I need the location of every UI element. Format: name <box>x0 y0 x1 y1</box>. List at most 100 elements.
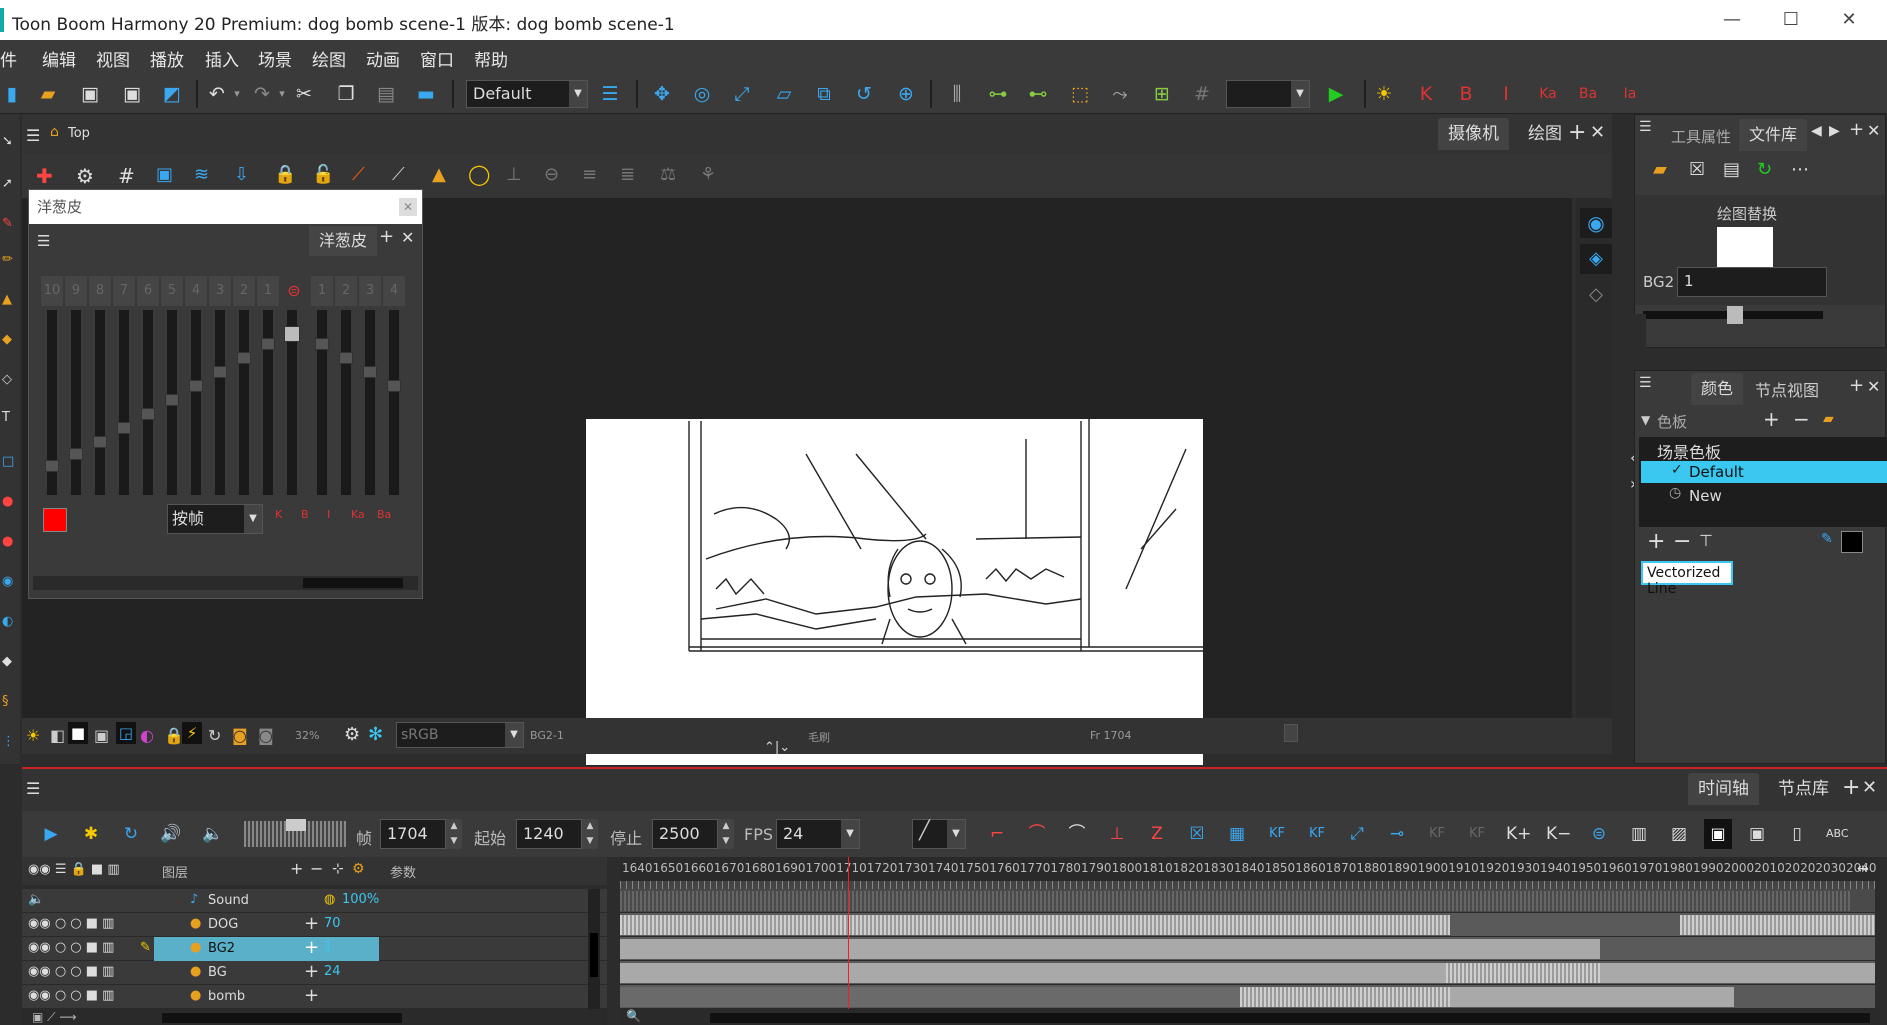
onion-ka-icon[interactable]: Ka <box>1536 82 1560 106</box>
add-swatch-icon[interactable]: + <box>1647 529 1665 554</box>
stack2-icon[interactable]: ≣ <box>620 164 635 185</box>
scale-icon[interactable]: ⤢ <box>730 82 754 106</box>
onion-i-icon[interactable]: I <box>1494 82 1518 106</box>
layer-row-bg[interactable]: ◉◉ ○ ○ ■ ▥ ● BG + 24 <box>22 961 607 985</box>
exposure-block[interactable] <box>1680 915 1875 935</box>
show-all-icon[interactable]: ◉◉ ☰ 🔒 ■ ▥ <box>28 862 120 877</box>
breadcrumb[interactable]: Top <box>68 126 90 141</box>
link-icon[interactable]: ⤢ <box>1346 823 1368 845</box>
substitution-slider-knob[interactable] <box>1727 306 1743 324</box>
onion-prev-10[interactable]: 10 <box>41 276 63 306</box>
onion-b-icon[interactable]: B <box>1454 82 1478 106</box>
grid-icon[interactable]: # <box>1190 82 1214 106</box>
onion-color-swatch[interactable] <box>43 508 67 532</box>
ease-in-icon[interactable]: ⌐ <box>986 823 1008 845</box>
tab-camera[interactable]: 摄像机 <box>1438 118 1509 150</box>
onion-layer-icon[interactable]: ⊥ <box>506 164 522 185</box>
home-icon[interactable]: ⌂ <box>50 124 59 140</box>
interpolation-select[interactable]: ╱ ▼ <box>912 819 966 849</box>
stack-icon[interactable]: ≡ <box>582 164 597 185</box>
play-icon[interactable]: ▶ <box>40 823 62 845</box>
layer-row-dog[interactable]: ◉◉ ○ ○ ■ ▥ ● DOG + 70 <box>22 913 607 937</box>
hand-tool-icon[interactable]: ◐ <box>2 614 18 630</box>
onion-current-icon[interactable]: ⊜ <box>283 276 305 306</box>
onion-slider[interactable] <box>237 310 251 495</box>
onion-slider[interactable] <box>284 310 300 495</box>
onion-panel-title[interactable]: 洋葱皮 <box>29 190 422 224</box>
close-tab-icon[interactable]: ✕ <box>1862 777 1877 798</box>
measure-icon[interactable]: ⟋ <box>392 164 405 185</box>
connect-icon[interactable]: ⊸ <box>1386 823 1408 845</box>
onion-slider[interactable] <box>315 310 329 495</box>
drawing-number-field[interactable]: 1 <box>1677 267 1827 297</box>
exposure-block[interactable] <box>620 987 1240 1007</box>
more-tools-icon[interactable]: ⋮ <box>2 734 18 750</box>
view-option-box[interactable] <box>1284 724 1298 742</box>
layer-options-icon[interactable]: ⚙ <box>352 861 365 877</box>
zoom-tool-icon[interactable]: ◉ <box>2 574 18 590</box>
onion-prev-3[interactable]: 3 <box>209 276 231 306</box>
exposure-block[interactable] <box>1450 987 1734 1007</box>
menu-edit[interactable]: 编辑 <box>42 46 76 71</box>
collapse-view-icon[interactable]: ⌃|⌄ <box>764 740 790 755</box>
palette-item-default[interactable]: ✓ Default <box>1641 461 1887 483</box>
options-icon[interactable]: ⋯ <box>1791 159 1809 180</box>
panel-menu-icon[interactable]: ☰ <box>1639 375 1652 391</box>
motion-keyframe-icon[interactable]: Z <box>1146 823 1168 845</box>
menu-play[interactable]: 播放 <box>150 46 184 71</box>
render-gear-icon[interactable]: ✻ <box>368 724 383 745</box>
current-color-swatch[interactable] <box>1841 531 1863 553</box>
tab-colour[interactable]: 颜色 <box>1691 373 1744 405</box>
onion-slider[interactable] <box>213 310 227 495</box>
palette-item-new[interactable]: ◷ New <box>1641 485 1887 507</box>
unlock-icon[interactable]: 🔓 <box>312 164 334 185</box>
menu-insert[interactable]: 插入 <box>205 46 239 71</box>
remove-keyframe-icon[interactable]: KF <box>1306 823 1328 845</box>
zoom-level[interactable]: 32% <box>295 729 319 742</box>
layer-param[interactable]: 1 <box>324 940 332 955</box>
onion-slider[interactable] <box>93 310 107 495</box>
onion-slider-knob[interactable] <box>117 422 131 434</box>
menu-window[interactable]: 窗口 <box>420 46 454 71</box>
exposure-block[interactable] <box>1600 963 1875 983</box>
play-selection-icon[interactable]: ✱ <box>80 823 102 845</box>
light-bulb-icon[interactable]: ☀ <box>1372 82 1396 106</box>
playhead-line[interactable] <box>848 857 849 1009</box>
menu-scene[interactable]: 场景 <box>258 46 292 71</box>
remove-swatch-icon[interactable]: − <box>1673 529 1691 554</box>
next-tab-icon[interactable]: ▶ <box>1829 123 1840 139</box>
panel-menu-icon[interactable]: ☰ <box>37 232 50 250</box>
dropper-icon[interactable]: ✎ <box>1821 531 1833 547</box>
exposure-block[interactable] <box>620 915 1450 935</box>
prev-tab-icon[interactable]: ◀ <box>1811 123 1822 139</box>
onion-prev-4[interactable]: 4 <box>185 276 207 306</box>
menu-animation[interactable]: 动画 <box>366 46 400 71</box>
add-icon[interactable]: + <box>304 985 319 1006</box>
grid-icon[interactable]: # <box>118 164 135 188</box>
camera-icon[interactable]: ◙ <box>232 726 248 745</box>
add-peg-icon[interactable]: ⊶ <box>986 82 1010 106</box>
paint-bucket-icon[interactable]: ◆ <box>2 332 18 348</box>
layer-param[interactable]: 24 <box>324 964 341 979</box>
onion-slider[interactable] <box>387 310 401 495</box>
onion-slider[interactable] <box>261 310 275 495</box>
puppet-icon[interactable]: ⚘ <box>700 164 716 185</box>
sound-icon[interactable]: 🔊 <box>160 823 182 845</box>
pivot-icon[interactable]: ⊕ <box>894 82 918 106</box>
add-tab-icon[interactable]: + <box>1849 375 1864 396</box>
visibility-icon[interactable]: ◉◉ ○ ○ ■ ▥ <box>28 964 114 979</box>
deformer-icon[interactable]: ⤳ <box>1108 82 1132 106</box>
onion-prev-5[interactable]: 5 <box>161 276 183 306</box>
track-bomb[interactable] <box>620 985 1875 1009</box>
add-tab-icon[interactable]: + <box>379 226 394 247</box>
track-bg2[interactable] <box>620 937 1875 961</box>
tab-node-library[interactable]: 节点库 <box>1768 773 1839 805</box>
menu-file[interactable]: 件 <box>0 46 17 71</box>
onion-slider-knob[interactable] <box>261 338 275 350</box>
create-keyframe-icon[interactable]: ⊞ <box>1150 82 1174 106</box>
layers-scrollbar[interactable] <box>588 889 600 1009</box>
mask-icon[interactable]: ◲ <box>116 722 136 744</box>
onion-slider-knob[interactable] <box>387 380 401 392</box>
onion-k-icon[interactable]: K <box>1414 82 1438 106</box>
panel-menu-icon[interactable]: ☰ <box>1639 119 1652 135</box>
